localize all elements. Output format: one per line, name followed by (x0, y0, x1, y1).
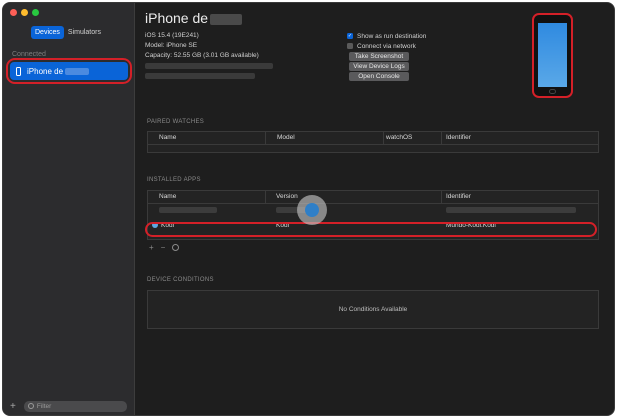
sidebar: Devices Simulators Connected iPhone de +… (3, 3, 135, 415)
kodi-logo-overlay-icon (297, 195, 327, 225)
device-title: iPhone de (145, 10, 243, 26)
tab-simulators[interactable]: Simulators (64, 26, 105, 39)
column-header-model[interactable]: Model (266, 132, 384, 144)
open-console-button[interactable]: Open Console (349, 72, 409, 81)
checkbox-unchecked-icon[interactable] (347, 43, 353, 49)
column-header-identifier[interactable]: Identifier (442, 191, 598, 203)
take-screenshot-button[interactable]: Take Screenshot (349, 52, 409, 61)
redacted-cell (442, 207, 598, 215)
device-capacity: Capacity: 52.55 GB (3.01 GB available) (145, 52, 259, 59)
devices-simulators-segmented-control: Devices Simulators (31, 26, 105, 39)
home-button-icon (549, 89, 556, 94)
device-conditions-heading: DEVICE CONDITIONS (147, 277, 214, 283)
table-row[interactable] (148, 204, 598, 218)
tab-devices[interactable]: Devices (31, 26, 64, 39)
device-title-text: iPhone de (145, 10, 209, 26)
filter-icon (27, 403, 34, 409)
column-header-identifier[interactable]: Identifier (442, 132, 598, 144)
paired-watches-header: Name Model watchOS Identifier (148, 132, 598, 145)
window-controls (10, 9, 39, 16)
remove-app-button[interactable]: − (161, 243, 166, 252)
show-as-run-destination-option[interactable]: ✓ Show as run destination (347, 31, 426, 41)
filter-field[interactable]: Filter (23, 400, 127, 412)
option-label: Show as run destination (357, 32, 427, 40)
apps-toolbar: + − (149, 243, 180, 252)
view-device-logs-button[interactable]: View Device Logs (349, 62, 409, 71)
connect-via-network-option[interactable]: Connect via network (347, 41, 426, 51)
device-options: ✓ Show as run destination Connect via ne… (347, 31, 426, 82)
close-window-button[interactable] (10, 9, 17, 16)
checkbox-checked-icon[interactable]: ✓ (347, 33, 353, 39)
installed-apps-heading: INSTALLED APPS (147, 177, 201, 183)
column-header-name[interactable]: Name (148, 132, 266, 144)
more-options-icon[interactable] (172, 244, 180, 251)
device-detail-pane: iPhone de iOS 15.4 (19E241) Model: iPhon… (135, 3, 614, 415)
highlight-annotation (6, 58, 132, 84)
devices-window: Devices Simulators Connected iPhone de +… (2, 2, 615, 416)
highlight-annotation (145, 222, 597, 237)
device-screen (538, 23, 567, 87)
add-app-button[interactable]: + (149, 243, 154, 252)
connected-section-label: Connected (12, 51, 46, 58)
column-header-version[interactable]: Version (266, 191, 442, 203)
redacted-info (145, 73, 255, 79)
redacted-info (145, 63, 273, 69)
filter-placeholder: Filter (36, 402, 52, 410)
column-header-name[interactable]: Name (148, 191, 266, 203)
paired-watches-heading: PAIRED WATCHES (147, 119, 205, 125)
redacted-title (210, 13, 243, 25)
redacted-cell (148, 207, 266, 215)
add-device-button[interactable]: + (10, 401, 16, 412)
zoom-window-button[interactable] (32, 9, 39, 16)
column-header-watchos[interactable]: watchOS (384, 132, 442, 144)
device-info: iOS 15.4 (19E241) Model: iPhone SE Capac… (145, 31, 259, 61)
sidebar-bottom-bar: + Filter (3, 397, 134, 415)
option-label: Connect via network (357, 42, 416, 50)
no-conditions-text: No Conditions Available (338, 306, 408, 313)
redacted-cell (266, 207, 442, 215)
installed-apps-header: Name Version Identifier (148, 191, 598, 204)
device-preview-image (532, 13, 573, 98)
paired-watches-table: Name Model watchOS Identifier (147, 131, 599, 153)
device-model: Model: iPhone SE (145, 42, 198, 49)
ios-version: iOS 15.4 (19E241) (145, 32, 199, 39)
minimize-window-button[interactable] (21, 9, 28, 16)
no-conditions-panel: No Conditions Available (147, 290, 599, 329)
